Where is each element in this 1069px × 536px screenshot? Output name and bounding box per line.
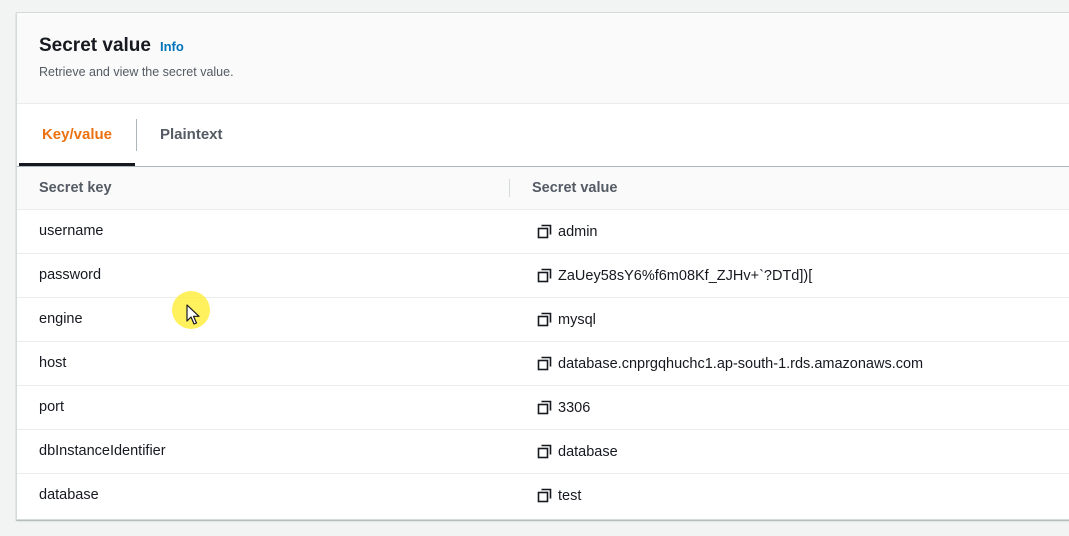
table-row: database test: [17, 474, 1069, 517]
page-title: Secret value: [39, 35, 151, 56]
secret-key-cell: dbInstanceIdentifier: [39, 443, 166, 459]
table-header: Secret key Secret value: [17, 167, 1069, 210]
tab-bar: Key/value Plaintext: [17, 104, 1069, 167]
secret-key-cell: password: [39, 267, 102, 283]
copy-icon[interactable]: [537, 268, 552, 283]
table-row: host database.cnprgqhuchc1.ap-south-1.rds…: [17, 342, 1069, 386]
secret-value-panel: Secret value Info Retrieve and view the …: [16, 12, 1069, 520]
secret-key-cell: engine: [39, 311, 83, 327]
secret-value-cell: mysql: [537, 298, 596, 341]
secret-value-cell: 3306: [537, 386, 590, 429]
column-separator: [509, 179, 510, 197]
secret-value-text: ZaUey58sY6%f6m08Kf_ZJHv+`?DTd])[: [558, 267, 813, 284]
secret-key-cell: host: [39, 355, 67, 371]
secret-value-cell: ZaUey58sY6%f6m08Kf_ZJHv+`?DTd])[: [537, 254, 812, 297]
tab-divider: [136, 119, 137, 151]
secret-value-text: database.cnprgqhuchc1.ap-south-1.rds.ama…: [558, 355, 924, 372]
copy-icon[interactable]: [537, 488, 552, 503]
secret-table-body: username admin password ZaUey58sY6%f6m08Kf_…: [17, 210, 1069, 517]
tab-plaintext[interactable]: Plaintext: [160, 104, 223, 166]
table-row: dbInstanceIdentifier database: [17, 430, 1069, 474]
secret-value-text: mysql: [558, 311, 596, 328]
secret-value-text: test: [558, 487, 582, 504]
copy-icon[interactable]: [537, 444, 552, 459]
column-header-secret-value: Secret value: [532, 180, 618, 196]
table-row: username admin: [17, 210, 1069, 254]
table-row: password ZaUey58sY6%f6m08Kf_ZJHv+`?DTd])[: [17, 254, 1069, 298]
tab-key-value[interactable]: Key/value: [19, 104, 135, 166]
copy-icon[interactable]: [537, 312, 552, 327]
secret-key-cell: username: [39, 223, 104, 239]
secret-value-cell: test: [537, 474, 581, 517]
table-row: port 3306: [17, 386, 1069, 430]
title-row: Secret value Info: [39, 35, 184, 57]
secret-key-cell: port: [39, 399, 64, 415]
column-header-secret-key: Secret key: [39, 180, 112, 196]
secret-value-text: 3306: [558, 399, 591, 416]
secret-key-cell: database: [39, 487, 99, 503]
mouse-pointer-icon: [186, 304, 200, 325]
secret-value-text: database: [558, 443, 618, 460]
copy-icon[interactable]: [537, 356, 552, 371]
panel-header: Secret value Info Retrieve and view the …: [17, 13, 1069, 104]
copy-icon[interactable]: [537, 224, 552, 239]
info-link[interactable]: Info: [160, 39, 184, 54]
secret-value-text: admin: [558, 223, 598, 240]
secret-value-cell: database: [537, 430, 618, 473]
copy-icon[interactable]: [537, 400, 552, 415]
page-subtitle: Retrieve and view the secret value.: [39, 65, 234, 79]
secret-value-cell: admin: [537, 210, 598, 253]
secret-value-cell: database.cnprgqhuchc1.ap-south-1.rds.ama…: [537, 342, 923, 385]
